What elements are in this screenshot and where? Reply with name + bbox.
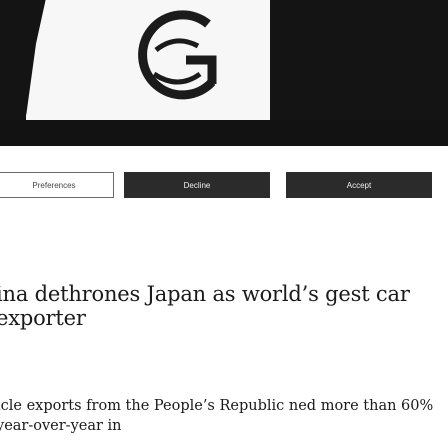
- accept-button[interactable]: Accept: [286, 172, 432, 198]
- decline-button[interactable]: Decline: [124, 172, 270, 198]
- circular-g-logo-icon: [138, 10, 217, 100]
- article-body: icle exports from the People’s Republic …: [0, 398, 434, 434]
- article-headline: ina dethrones Japan as world’s gest car …: [0, 282, 410, 330]
- hero-image: [0, 0, 448, 146]
- hero-bottom-band: [0, 120, 448, 146]
- cookie-consent-bar: Preferences Decline Accept: [0, 172, 448, 198]
- preferences-button[interactable]: Preferences: [0, 172, 114, 198]
